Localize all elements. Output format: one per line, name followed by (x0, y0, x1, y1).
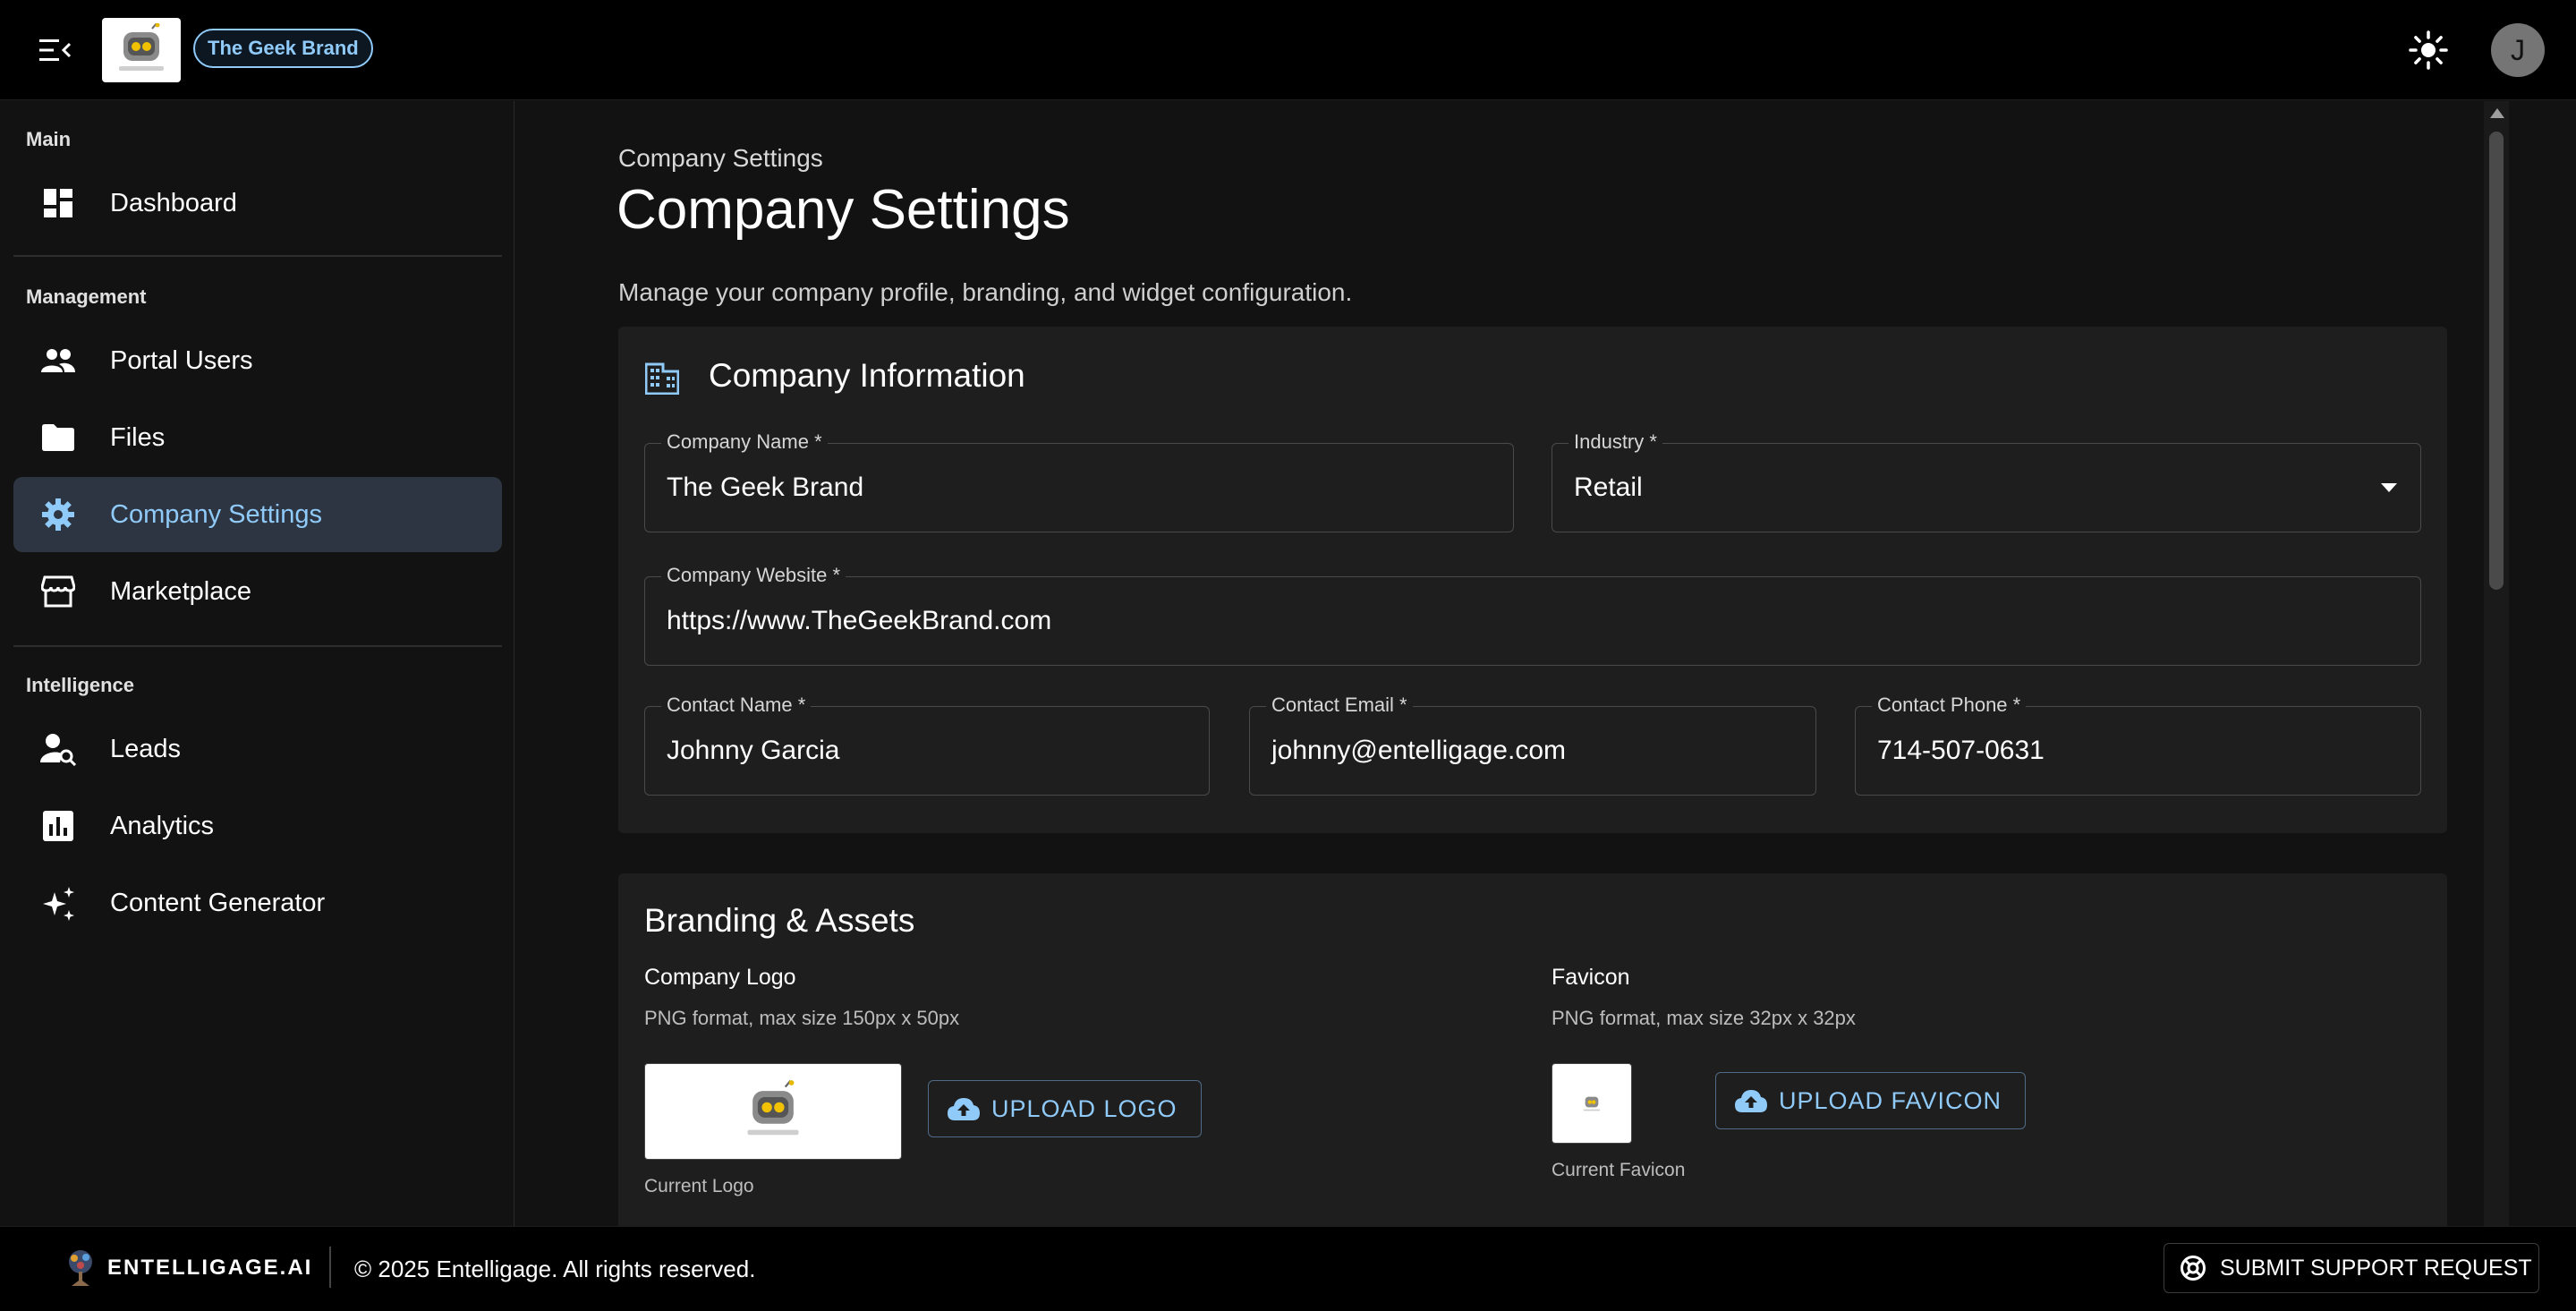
contact-name-value[interactable]: Johnny Garcia (667, 707, 839, 795)
company-website-value[interactable]: https://www.TheGeekBrand.com (667, 577, 1051, 665)
scroll-up-arrow-icon[interactable] (2490, 108, 2504, 118)
sidebar-section-main: Main (26, 128, 72, 150)
sidebar-item-files[interactable]: Files (13, 400, 502, 475)
company-name-value[interactable]: The Geek Brand (667, 444, 863, 532)
footer-logo[interactable]: ENTELLIGAGE.AI (63, 1248, 312, 1288)
user-avatar[interactable]: J (2491, 23, 2545, 77)
robot-favicon-icon (1583, 1096, 1601, 1111)
upload-logo-button[interactable]: UPLOAD LOGO (928, 1080, 1202, 1137)
sidebar-item-label: Dashboard (110, 188, 237, 217)
person-search-icon (38, 729, 78, 769)
cloud-upload-icon (1734, 1084, 1768, 1118)
support-button-label: SUBMIT SUPPORT REQUEST (2220, 1255, 2532, 1281)
favicon-hint: PNG format, max size 32px x 32px (1552, 1007, 1856, 1029)
industry-select[interactable]: Industry * Retail (1552, 430, 2421, 532)
breadcrumb: Company Settings (618, 144, 823, 172)
industry-value[interactable]: Retail (1574, 444, 1643, 532)
upload-logo-label: UPLOAD LOGO (991, 1094, 1177, 1122)
page-title: Company Settings (616, 179, 1070, 241)
upload-favicon-label: UPLOAD FAVICON (1779, 1086, 2002, 1114)
footer-copyright: © 2025 Entelligage. All rights reserved. (354, 1256, 756, 1282)
current-logo-preview (644, 1063, 902, 1160)
sidebar-item-label: Analytics (110, 811, 215, 840)
company-information-card: Company Information Company Name * The G… (618, 327, 2447, 833)
sidebar-item-label: Marketplace (110, 576, 251, 606)
contact-name-field[interactable]: Contact Name * Johnny Garcia (644, 694, 1210, 796)
sidebar-section-intelligence: Intelligence (26, 674, 135, 696)
theme-toggle-button[interactable] (2405, 27, 2452, 73)
cloud-upload-icon (947, 1092, 981, 1126)
sparkle-icon (38, 883, 78, 923)
robot-logo-icon (747, 1080, 799, 1136)
menu-open-icon (39, 39, 72, 61)
sidebar-item-leads[interactable]: Leads (13, 711, 502, 787)
current-favicon-caption: Current Favicon (1552, 1160, 1686, 1180)
current-logo-caption: Current Logo (644, 1176, 754, 1196)
sidebar-item-label: Leads (110, 734, 182, 763)
main-scrollbar[interactable] (2484, 101, 2509, 1226)
company-information-title: Company Information (709, 357, 1025, 394)
company-logo[interactable] (102, 18, 181, 82)
sun-icon (2409, 30, 2448, 70)
chevron-down-icon[interactable] (2381, 483, 2397, 492)
footer: ENTELLIGAGE.AI © 2025 Entelligage. All r… (0, 1226, 2576, 1311)
branding-assets-card: Branding & Assets Company Logo PNG forma… (618, 873, 2447, 1226)
contact-phone-value[interactable]: 714-507-0631 (1877, 707, 2045, 795)
gear-icon (38, 495, 78, 534)
sidebar-item-portal-users[interactable]: Portal Users (13, 323, 502, 398)
sidebar-item-analytics[interactable]: Analytics (13, 788, 502, 864)
current-favicon-preview (1552, 1063, 1632, 1144)
footer-divider (329, 1247, 331, 1288)
submit-support-request-button[interactable]: SUBMIT SUPPORT REQUEST (2164, 1243, 2539, 1293)
brand-chip[interactable]: The Geek Brand (193, 29, 373, 68)
sidebar-item-content-generator[interactable]: Content Generator (13, 865, 502, 941)
sidebar-divider (13, 645, 502, 647)
footer-brand: ENTELLIGAGE.AI (107, 1256, 313, 1280)
contact-phone-field[interactable]: Contact Phone * 714-507-0631 (1855, 694, 2421, 796)
contact-email-value[interactable]: johnny@entelligage.com (1271, 707, 1566, 795)
scrollbar-thumb[interactable] (2489, 132, 2504, 590)
contact-email-field[interactable]: Contact Email * johnny@entelligage.com (1249, 694, 1816, 796)
people-icon (38, 341, 78, 380)
tree-brain-icon (69, 1250, 92, 1286)
bar-chart-icon (38, 806, 78, 846)
robot-logo-icon (119, 23, 164, 71)
company-logo-label: Company Logo (644, 965, 796, 990)
sidebar-item-company-settings[interactable]: Company Settings (13, 477, 502, 552)
company-name-field[interactable]: Company Name * The Geek Brand (644, 430, 1514, 532)
company-logo-hint: PNG format, max size 150px x 50px (644, 1007, 960, 1029)
sidebar-item-label: Files (110, 422, 166, 452)
dashboard-icon (38, 183, 78, 223)
sidebar-item-label: Content Generator (110, 888, 326, 917)
sidebar-divider (13, 255, 502, 257)
company-website-field[interactable]: Company Website * https://www.TheGeekBra… (644, 564, 2421, 666)
sidebar: Main Dashboard Management Portal Users F… (0, 101, 514, 1226)
storefront-icon (38, 572, 78, 611)
sidebar-item-dashboard[interactable]: Dashboard (13, 166, 502, 241)
sidebar-section-management: Management (26, 285, 147, 308)
page-subtitle: Manage your company profile, branding, a… (618, 278, 1353, 306)
folder-icon (38, 418, 78, 457)
branding-assets-title: Branding & Assets (644, 902, 915, 939)
support-lifebuoy-icon (2179, 1254, 2207, 1282)
sidebar-item-label: Portal Users (110, 345, 253, 375)
main-content: Company Settings Company Settings Manage… (515, 101, 2484, 1226)
sidebar-item-label: Company Settings (110, 499, 322, 529)
favicon-label: Favicon (1552, 965, 1630, 990)
business-icon (644, 362, 680, 399)
top-app-bar: The Geek Brand J (0, 0, 2576, 100)
sidebar-item-marketplace[interactable]: Marketplace (13, 554, 502, 629)
upload-favicon-button[interactable]: UPLOAD FAVICON (1715, 1072, 2027, 1129)
menu-collapse-button[interactable] (36, 30, 75, 70)
